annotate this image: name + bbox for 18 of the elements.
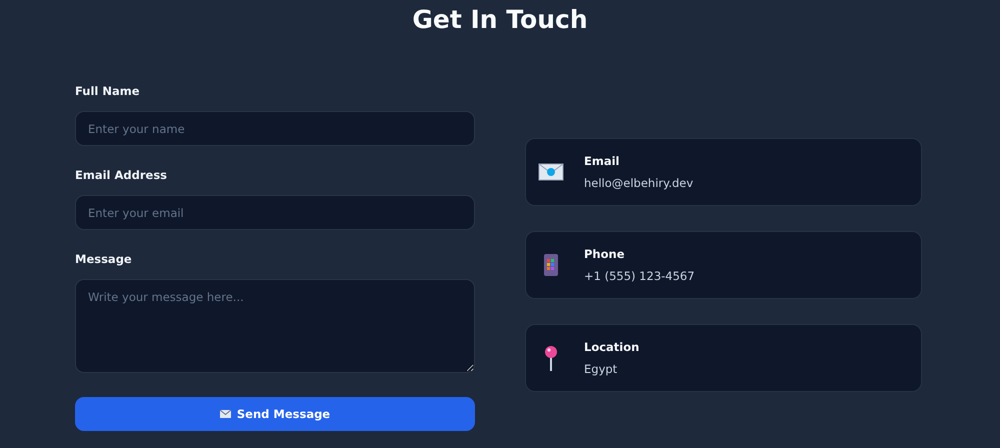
envelope-icon: [220, 410, 231, 418]
contact-value: hello@elbehiry.dev: [584, 176, 694, 190]
text-field[interactable]: Enter your email: [75, 195, 475, 230]
send-button[interactable]: Send Message: [75, 397, 475, 431]
contact-label: Location: [584, 340, 640, 354]
contact-label: Phone: [584, 247, 626, 261]
pushpin-icon: [544, 345, 558, 371]
contact-value: +1 (555) 123-4567: [584, 269, 695, 283]
phone-icon: [543, 253, 559, 277]
text-field[interactable]: Enter your name: [75, 111, 475, 146]
field-label: Full Name: [75, 84, 141, 98]
field-label: Message: [75, 252, 133, 266]
field-label: Email Address: [75, 168, 168, 182]
contact-value: Egypt: [584, 362, 618, 376]
contact-label: Email: [584, 154, 620, 168]
envelope-icon: [538, 163, 564, 181]
message-field[interactable]: Write your message here...: [75, 279, 475, 373]
page-title: Get In Touch: [411, 4, 589, 36]
